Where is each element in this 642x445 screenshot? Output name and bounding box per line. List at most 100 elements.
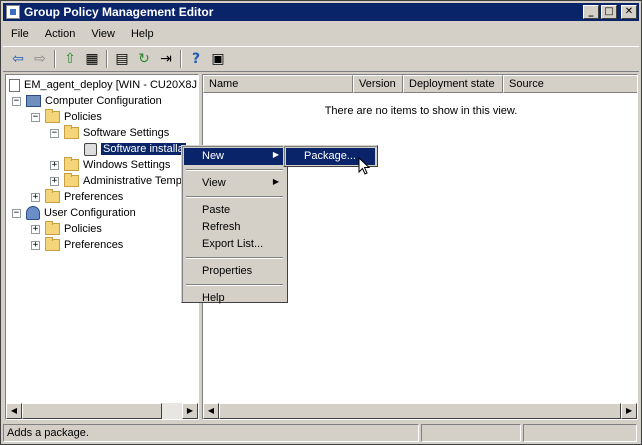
expand-icon[interactable]: + bbox=[50, 176, 59, 186]
tree-administrative-templates[interactable]: + Administrative Temp bbox=[50, 173, 182, 189]
refresh-icon[interactable]: ↻ bbox=[133, 49, 155, 69]
menu-separator bbox=[186, 257, 283, 259]
expand-icon[interactable]: + bbox=[50, 160, 59, 170]
scroll-left-icon[interactable]: ◀ bbox=[203, 403, 219, 419]
menu-item-paste[interactable]: Paste bbox=[184, 202, 285, 219]
show-hide-tree-icon[interactable]: ▦ bbox=[81, 49, 103, 69]
tree-label: Policies bbox=[64, 111, 102, 123]
scroll-right-icon[interactable]: ▶ bbox=[621, 403, 637, 419]
scroll-right-icon[interactable]: ▶ bbox=[182, 403, 198, 419]
column-deployment-state[interactable]: Deployment state bbox=[403, 75, 503, 93]
menu-item-help[interactable]: Help bbox=[184, 290, 285, 307]
status-bar: Adds a package. bbox=[3, 424, 639, 442]
menu-item-label: New bbox=[202, 150, 225, 162]
menu-separator bbox=[186, 169, 283, 171]
gpo-icon bbox=[9, 78, 20, 92]
menu-item-refresh[interactable]: Refresh bbox=[184, 219, 285, 236]
collapse-icon[interactable]: − bbox=[50, 128, 59, 138]
close-button[interactable]: ✕ bbox=[621, 5, 637, 19]
folder-icon bbox=[45, 237, 60, 251]
menu-item-label: Refresh bbox=[202, 221, 241, 233]
collapse-icon[interactable]: − bbox=[31, 112, 40, 122]
tree-root-label: EM_agent_deploy [WIN - CU20X8J bbox=[24, 79, 198, 91]
menu-separator bbox=[186, 196, 283, 198]
context-menu: New ▶ View ▶ Paste Refresh Export List..… bbox=[181, 145, 288, 304]
tree-label: Preferences bbox=[64, 239, 124, 251]
up-folder-icon[interactable]: ⇧ bbox=[59, 49, 81, 69]
export-list-icon[interactable]: ⇥ bbox=[155, 49, 177, 69]
minimize-button[interactable]: _ bbox=[583, 5, 599, 19]
back-icon[interactable]: ⇦ bbox=[7, 49, 29, 69]
forward-icon[interactable]: ⇨ bbox=[29, 49, 51, 69]
tree-software-installation[interactable]: Software installa bbox=[84, 141, 186, 157]
folder-icon bbox=[64, 157, 79, 171]
tree-label: Windows Settings bbox=[83, 159, 171, 171]
tree-policies[interactable]: − Policies bbox=[31, 109, 102, 125]
window-title: Group Policy Management Editor bbox=[24, 5, 214, 19]
expand-icon[interactable]: + bbox=[31, 224, 40, 234]
column-headers: Name Version Deployment state Source bbox=[203, 75, 637, 93]
tree-user-preferences[interactable]: + Preferences bbox=[31, 237, 123, 253]
user-icon bbox=[26, 206, 40, 220]
menu-item-label: Help bbox=[202, 292, 225, 304]
menu-item-view[interactable]: View ▶ bbox=[184, 175, 285, 192]
status-panel bbox=[421, 424, 521, 442]
title-bar[interactable]: Group Policy Management Editor _ □ ✕ bbox=[3, 3, 639, 21]
tree-label: Preferences bbox=[64, 191, 124, 203]
menu-item-properties[interactable]: Properties bbox=[184, 263, 285, 280]
folder-icon bbox=[45, 189, 60, 203]
menu-help[interactable]: Help bbox=[123, 26, 162, 42]
tree-windows-settings[interactable]: + Windows Settings bbox=[50, 157, 170, 173]
menu-item-export-list[interactable]: Export List... bbox=[184, 236, 285, 253]
menu-item-label: Properties bbox=[202, 265, 253, 277]
tree-label: Administrative Temp bbox=[83, 175, 182, 187]
toolbar-separator bbox=[180, 50, 182, 68]
menu-file[interactable]: File bbox=[3, 26, 37, 42]
software-installation-icon bbox=[84, 142, 97, 156]
tree-label: Computer Configuration bbox=[45, 95, 162, 107]
column-name[interactable]: Name bbox=[203, 75, 353, 93]
menu-bar: File Action View Help bbox=[3, 24, 162, 44]
properties-icon[interactable]: ▤ bbox=[111, 49, 133, 69]
expand-icon[interactable]: + bbox=[31, 192, 40, 202]
tree-preferences[interactable]: + Preferences bbox=[31, 189, 123, 205]
collapse-icon[interactable]: − bbox=[12, 208, 21, 218]
menu-item-new[interactable]: New ▶ bbox=[184, 148, 285, 165]
status-text: Adds a package. bbox=[3, 424, 419, 442]
column-version[interactable]: Version bbox=[353, 75, 403, 93]
column-source[interactable]: Source bbox=[503, 75, 637, 93]
menu-item-label: Paste bbox=[202, 204, 231, 216]
collapse-icon[interactable]: − bbox=[12, 96, 21, 106]
console-tree[interactable]: EM_agent_deploy [WIN - CU20X8J − Compute… bbox=[5, 74, 199, 420]
tree-label: User Configuration bbox=[44, 207, 136, 219]
folder-icon bbox=[64, 173, 79, 187]
tree-label: Policies bbox=[64, 223, 102, 235]
toolbar: ⇦ ⇨ ⇧ ▦ ▤ ↻ ⇥ ? ▣ bbox=[3, 46, 639, 72]
tree-label: Software Settings bbox=[83, 127, 170, 139]
folder-icon bbox=[45, 109, 60, 123]
tree-computer-configuration[interactable]: − Computer Configuration bbox=[12, 93, 162, 109]
menu-view[interactable]: View bbox=[83, 26, 123, 42]
menu-action[interactable]: Action bbox=[37, 26, 84, 42]
mouse-cursor-icon bbox=[358, 157, 371, 175]
menu-separator bbox=[186, 284, 283, 286]
scroll-left-icon[interactable]: ◀ bbox=[6, 403, 22, 419]
toolbar-separator bbox=[54, 50, 56, 68]
scroll-thumb[interactable] bbox=[218, 403, 622, 419]
tree-root[interactable]: EM_agent_deploy [WIN - CU20X8J bbox=[9, 77, 197, 93]
menu-item-label: Export List... bbox=[202, 238, 264, 250]
expand-icon[interactable]: + bbox=[31, 240, 40, 250]
help-icon[interactable]: ? bbox=[185, 49, 207, 69]
scroll-track[interactable] bbox=[162, 403, 182, 419]
folder-icon bbox=[64, 125, 79, 139]
tree-software-settings[interactable]: − Software Settings bbox=[50, 125, 169, 141]
list-horizontal-scrollbar[interactable]: ◀ ▶ bbox=[203, 403, 637, 419]
folder-icon bbox=[45, 221, 60, 235]
empty-list-message: There are no items to show in this view. bbox=[324, 105, 518, 117]
scroll-thumb[interactable] bbox=[22, 403, 162, 419]
tree-user-configuration[interactable]: − User Configuration bbox=[12, 205, 136, 221]
toggle-pane-icon[interactable]: ▣ bbox=[207, 49, 229, 69]
tree-user-policies[interactable]: + Policies bbox=[31, 221, 102, 237]
maximize-button[interactable]: □ bbox=[601, 5, 617, 19]
tree-horizontal-scrollbar[interactable]: ◀ ▶ bbox=[6, 403, 198, 419]
